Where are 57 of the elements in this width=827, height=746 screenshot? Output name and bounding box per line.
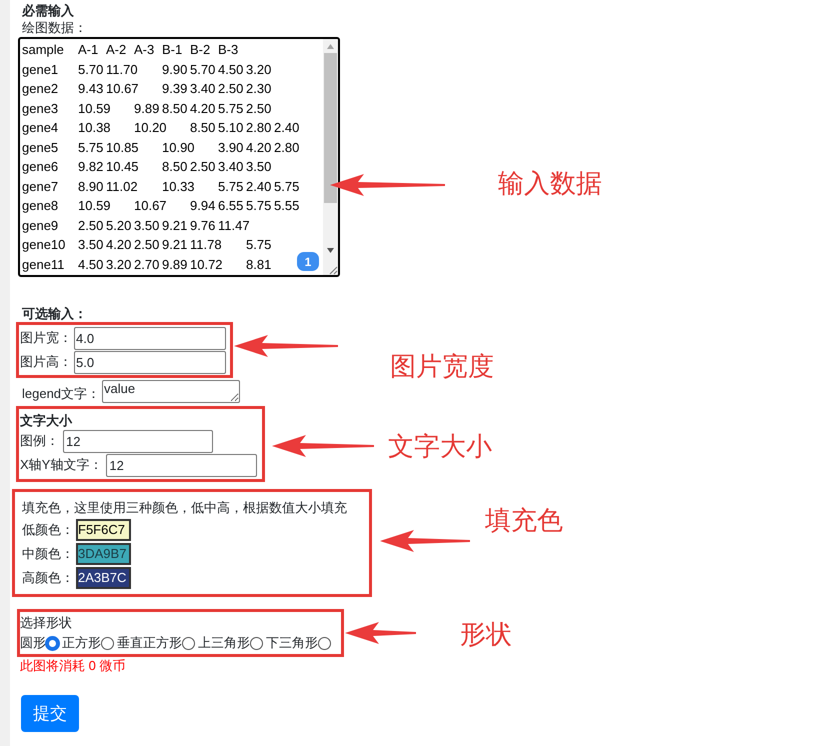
text-input[interactable]: 12 bbox=[63, 430, 213, 452]
data-line: sample A-1 A-2 A-3 B-1 B-2 B-3 bbox=[22, 41, 238, 59]
radio-label: 下三角形 bbox=[266, 634, 318, 652]
radio-button[interactable] bbox=[182, 636, 195, 650]
radio-button[interactable] bbox=[318, 636, 331, 650]
field-label: legend文字： bbox=[22, 384, 100, 403]
radio-label: 上三角形 bbox=[198, 634, 250, 652]
radio-button[interactable] bbox=[101, 636, 114, 650]
color-input[interactable]: 2A3B7C bbox=[76, 567, 131, 589]
radio-label: 圆形 bbox=[20, 634, 46, 652]
notification-badge: 1 bbox=[297, 252, 319, 271]
color-input[interactable]: 3DA9B7 bbox=[76, 543, 131, 565]
field-label: 图片宽： bbox=[20, 329, 72, 348]
scroll-thumb[interactable] bbox=[324, 53, 337, 203]
annotation-label: 图片宽度 bbox=[390, 351, 494, 381]
field-label: 图片高： bbox=[20, 353, 72, 372]
data-line: gene10 3.50 4.20 2.50 9.21 11.78 5.75 bbox=[22, 236, 272, 254]
field-label: 高颜色： bbox=[22, 569, 74, 588]
data-line: gene1 5.70 11.70 9.90 5.70 4.50 3.20 bbox=[22, 60, 272, 79]
section-heading: 选择形状 bbox=[20, 614, 73, 632]
section-heading: 必需输入 bbox=[22, 2, 74, 19]
data-line: gene11 4.50 3.20 2.70 9.89 10.72 8.81 bbox=[22, 256, 272, 274]
cost-note: 此图将消耗 0 微币 bbox=[20, 657, 126, 675]
section-heading: 文字大小 bbox=[20, 412, 74, 429]
color-input[interactable]: F5F6C7 bbox=[76, 519, 131, 541]
data-textarea[interactable] bbox=[18, 37, 340, 277]
text-input[interactable]: 4.0 bbox=[74, 326, 226, 350]
legend-textarea[interactable]: value bbox=[102, 380, 240, 403]
description-text: 填充色，这里使用三种颜色，低中高，根据数值大小填充 bbox=[22, 499, 347, 517]
annotation-label: 文字大小 bbox=[388, 431, 492, 461]
data-line: gene2 9.43 10.67 9.39 3.40 2.50 2.30 bbox=[22, 80, 272, 98]
text-input[interactable]: 12 bbox=[106, 454, 258, 476]
field-label: 中颜色： bbox=[22, 545, 74, 564]
field-label: 图例： bbox=[20, 432, 59, 450]
scroll-down-icon[interactable] bbox=[327, 248, 334, 253]
radio-button[interactable] bbox=[46, 636, 59, 650]
field-label: 低颜色： bbox=[22, 521, 74, 540]
data-line: gene3 10.59 9.89 8.50 4.20 5.75 2.50 bbox=[22, 100, 272, 118]
radio-button[interactable] bbox=[250, 636, 263, 650]
radio-label: 正方形 bbox=[62, 634, 101, 652]
submit-button[interactable]: 提交 bbox=[21, 695, 79, 732]
data-line: gene8 10.59 10.67 9.94 6.55 5.75 5.55 bbox=[22, 197, 300, 215]
data-line: gene6 9.82 10.45 8.50 2.50 3.40 3.50 bbox=[22, 158, 272, 176]
annotation-label: 填充色 bbox=[485, 505, 563, 535]
arrow-drawing bbox=[345, 622, 416, 644]
data-line: gene7 8.90 11.02 10.33 5.75 2.40 5.75 bbox=[22, 178, 300, 196]
data-line: gene5 5.75 10.85 10.90 3.90 4.20 2.80 bbox=[22, 138, 300, 157]
data-line: gene9 2.50 5.20 3.50 9.21 9.76 11.47 bbox=[22, 216, 250, 235]
annotation-label: 形状 bbox=[460, 619, 512, 649]
annotation-label: 输入数据 bbox=[498, 168, 602, 198]
text-input[interactable]: 5.0 bbox=[74, 350, 226, 374]
radio-label: 垂直正方形 bbox=[117, 634, 182, 652]
section-heading: 可选输入： bbox=[22, 305, 87, 322]
scrollbar[interactable] bbox=[323, 39, 338, 275]
field-label: 绘图数据： bbox=[22, 19, 87, 37]
field-label: X轴Y轴文字： bbox=[20, 456, 102, 474]
data-line: gene4 10.38 10.20 8.50 5.10 2.80 2.40 bbox=[22, 119, 300, 137]
